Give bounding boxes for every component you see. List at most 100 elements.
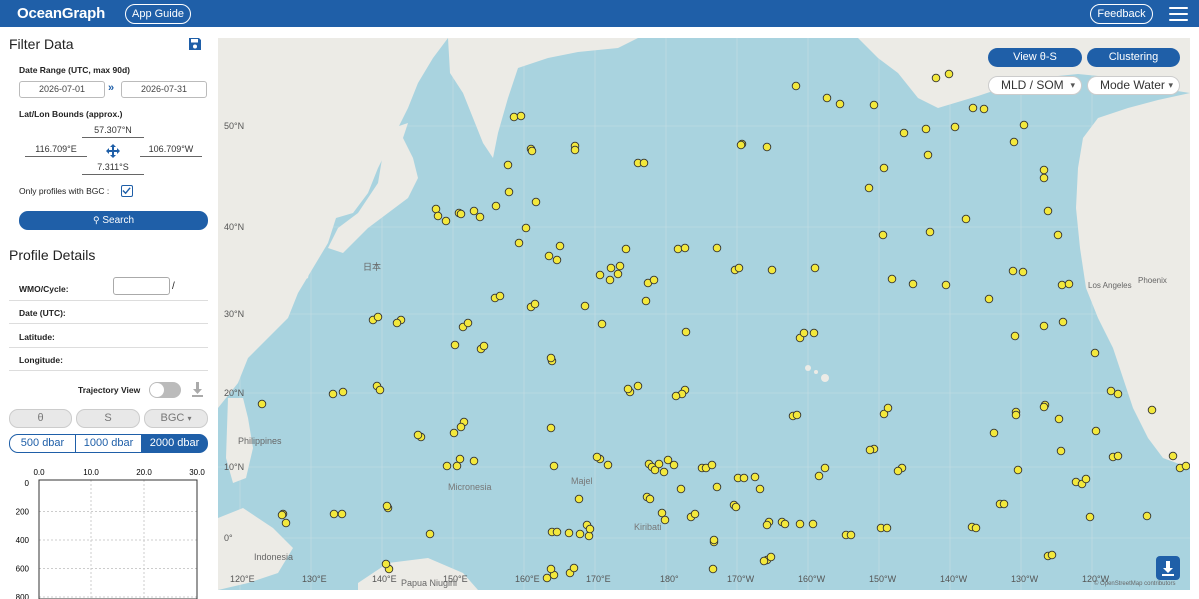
float-marker[interactable] xyxy=(882,523,892,533)
float-marker[interactable] xyxy=(503,160,513,170)
float-marker[interactable] xyxy=(1039,321,1049,331)
float-marker[interactable] xyxy=(531,197,541,207)
float-marker[interactable] xyxy=(750,472,760,482)
float-marker[interactable] xyxy=(585,524,595,534)
float-marker[interactable] xyxy=(731,502,741,512)
float-marker[interactable] xyxy=(961,214,971,224)
float-marker[interactable] xyxy=(413,430,423,440)
west-bound-input[interactable]: 116.709°E xyxy=(25,143,87,157)
float-marker[interactable] xyxy=(328,389,338,399)
float-marker[interactable] xyxy=(491,201,501,211)
float-marker[interactable] xyxy=(527,146,537,156)
float-marker[interactable] xyxy=(569,563,579,573)
float-marker[interactable] xyxy=(879,163,889,173)
float-marker[interactable] xyxy=(564,528,574,538)
float-marker[interactable] xyxy=(615,261,625,271)
float-marker[interactable] xyxy=(736,140,746,150)
float-marker[interactable] xyxy=(1113,451,1123,461)
float-marker[interactable] xyxy=(1011,410,1021,420)
float-marker[interactable] xyxy=(575,529,585,539)
float-marker[interactable] xyxy=(603,460,613,470)
float-marker[interactable] xyxy=(1008,266,1018,276)
float-marker[interactable] xyxy=(645,494,655,504)
float-marker[interactable] xyxy=(1010,331,1020,341)
float-marker[interactable] xyxy=(382,501,392,511)
float-marker[interactable] xyxy=(514,238,524,248)
float-marker[interactable] xyxy=(657,508,667,518)
float-marker[interactable] xyxy=(887,274,897,284)
float-marker[interactable] xyxy=(869,100,879,110)
float-marker[interactable] xyxy=(654,459,664,469)
depth-1000-button[interactable]: 1000 dbar xyxy=(75,434,142,453)
float-marker[interactable] xyxy=(799,328,809,338)
float-marker[interactable] xyxy=(613,269,623,279)
float-marker[interactable] xyxy=(734,263,744,273)
float-marker[interactable] xyxy=(984,294,994,304)
view-ts-button[interactable]: View θ-S xyxy=(988,48,1082,67)
float-marker[interactable] xyxy=(707,460,717,470)
float-marker[interactable] xyxy=(1019,120,1029,130)
float-marker[interactable] xyxy=(549,461,559,471)
float-marker[interactable] xyxy=(820,463,830,473)
float-marker[interactable] xyxy=(552,255,562,265)
float-marker[interactable] xyxy=(1181,461,1190,471)
float-marker[interactable] xyxy=(810,263,820,273)
float-marker[interactable] xyxy=(337,509,347,519)
save-icon[interactable] xyxy=(188,37,202,51)
float-marker[interactable] xyxy=(555,241,565,251)
float-marker[interactable] xyxy=(592,452,602,462)
float-marker[interactable] xyxy=(1091,426,1101,436)
float-marker[interactable] xyxy=(641,296,651,306)
float-marker[interactable] xyxy=(1113,389,1123,399)
float-marker[interactable] xyxy=(673,244,683,254)
float-marker[interactable] xyxy=(441,216,451,226)
float-marker[interactable] xyxy=(1168,451,1178,461)
var-theta-button[interactable]: θ xyxy=(9,409,72,428)
float-marker[interactable] xyxy=(690,509,700,519)
float-marker[interactable] xyxy=(425,529,435,539)
float-marker[interactable] xyxy=(552,527,562,537)
float-marker[interactable] xyxy=(739,473,749,483)
float-marker[interactable] xyxy=(455,454,465,464)
float-marker[interactable] xyxy=(676,484,686,494)
float-marker[interactable] xyxy=(1142,511,1152,521)
float-marker[interactable] xyxy=(712,243,722,253)
float-marker[interactable] xyxy=(456,209,466,219)
float-marker[interactable] xyxy=(1053,230,1063,240)
float-marker[interactable] xyxy=(442,461,452,471)
float-marker[interactable] xyxy=(795,519,805,529)
float-marker[interactable] xyxy=(392,318,402,328)
clustering-button[interactable]: Clustering xyxy=(1087,48,1180,67)
float-marker[interactable] xyxy=(452,461,462,471)
float-marker[interactable] xyxy=(546,353,556,363)
move-arrows-icon[interactable] xyxy=(106,144,120,158)
float-marker[interactable] xyxy=(923,150,933,160)
float-marker[interactable] xyxy=(1085,512,1095,522)
float-marker[interactable] xyxy=(762,520,772,530)
float-marker[interactable] xyxy=(925,227,935,237)
float-marker[interactable] xyxy=(1018,267,1028,277)
float-marker[interactable] xyxy=(574,494,584,504)
float-marker[interactable] xyxy=(1106,386,1116,396)
float-marker[interactable] xyxy=(456,422,466,432)
float-marker[interactable] xyxy=(1039,402,1049,412)
float-marker[interactable] xyxy=(822,93,832,103)
var-bgc-dropdown[interactable]: BGC ▾ xyxy=(144,409,208,428)
float-marker[interactable] xyxy=(1064,279,1074,289)
float-marker[interactable] xyxy=(708,564,718,574)
float-marker[interactable] xyxy=(373,312,383,322)
float-marker[interactable] xyxy=(660,515,670,525)
app-logo[interactable]: OceanGraph xyxy=(17,5,105,22)
float-marker[interactable] xyxy=(759,556,769,566)
float-marker[interactable] xyxy=(792,410,802,420)
float-marker[interactable] xyxy=(709,535,719,545)
float-marker[interactable] xyxy=(878,230,888,240)
float-marker[interactable] xyxy=(570,145,580,155)
float-marker[interactable] xyxy=(883,403,893,413)
east-bound-input[interactable]: 106.709°W xyxy=(140,143,202,157)
float-marker[interactable] xyxy=(649,275,659,285)
float-marker[interactable] xyxy=(1147,405,1157,415)
float-marker[interactable] xyxy=(580,301,590,311)
float-marker[interactable] xyxy=(375,385,385,395)
float-marker[interactable] xyxy=(791,81,801,91)
